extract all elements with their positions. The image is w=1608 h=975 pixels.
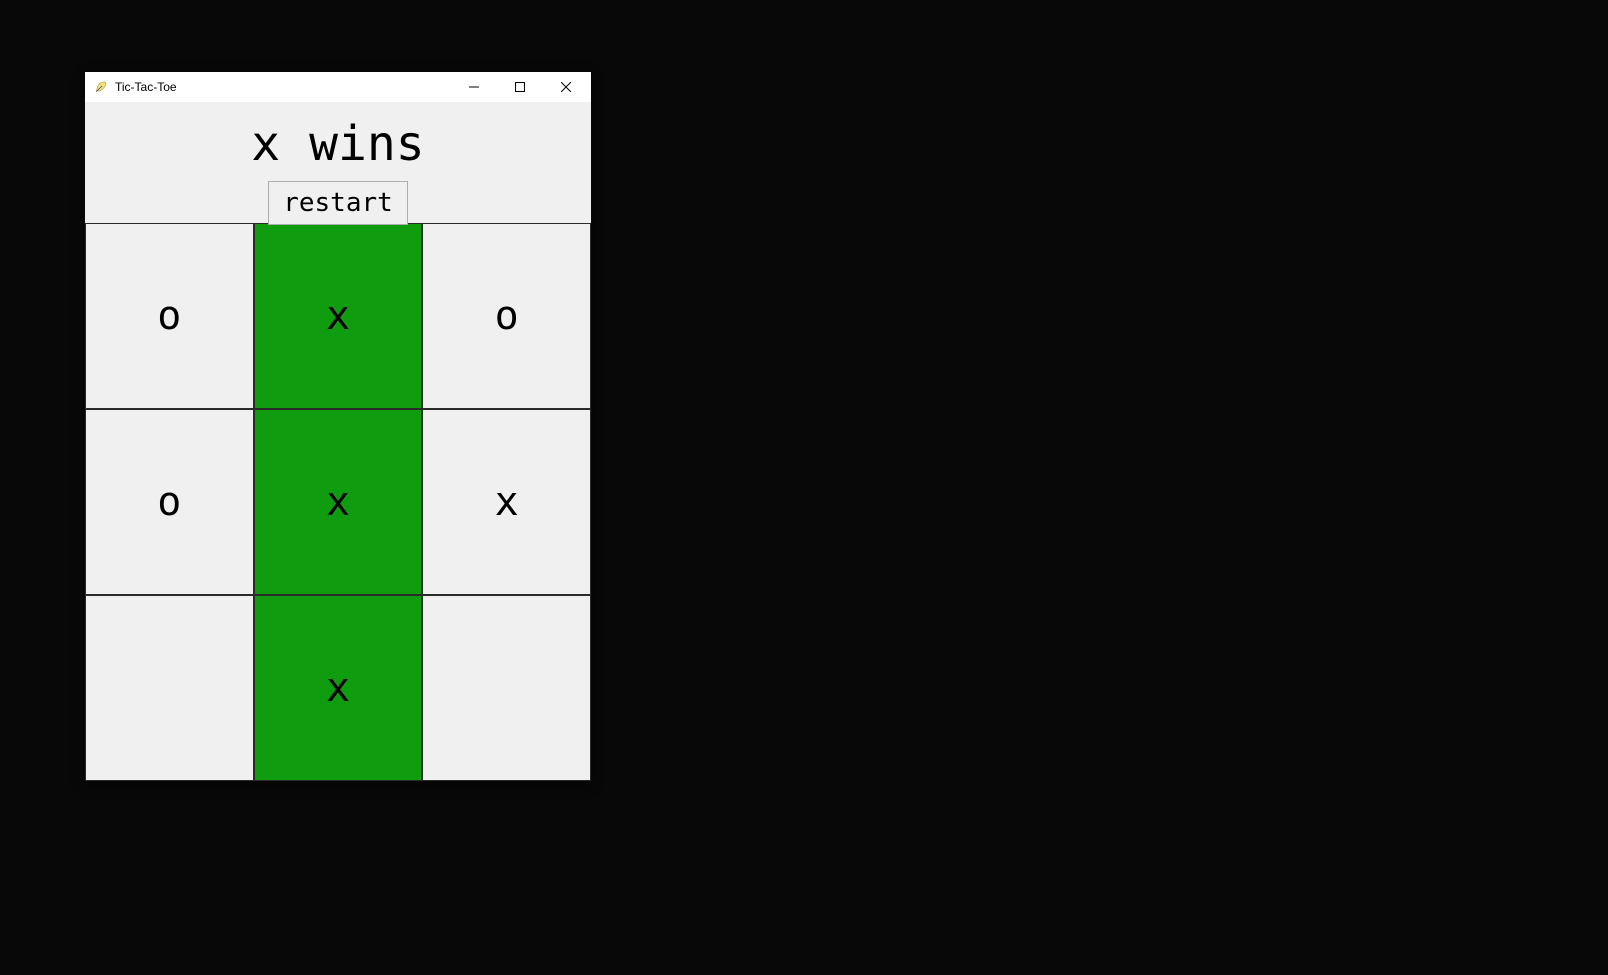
restart-button[interactable]: restart bbox=[268, 181, 408, 225]
app-feather-icon bbox=[93, 79, 109, 95]
board: o x o o x x x bbox=[85, 223, 591, 781]
cell-0-1[interactable]: x bbox=[254, 223, 423, 409]
minimize-button[interactable] bbox=[451, 72, 497, 102]
header-area: x wins restart bbox=[85, 102, 591, 225]
cell-0-0[interactable]: o bbox=[85, 223, 254, 409]
maximize-button[interactable] bbox=[497, 72, 543, 102]
cell-1-2[interactable]: x bbox=[422, 409, 591, 595]
app-window: Tic-Tac-Toe x wins restart o x o o x x x bbox=[85, 72, 591, 781]
cell-2-0[interactable] bbox=[85, 595, 254, 781]
cell-2-2[interactable] bbox=[422, 595, 591, 781]
status-label: x wins bbox=[85, 112, 591, 177]
titlebar[interactable]: Tic-Tac-Toe bbox=[85, 72, 591, 102]
cell-0-2[interactable]: o bbox=[422, 223, 591, 409]
cell-1-1[interactable]: x bbox=[254, 409, 423, 595]
cell-2-1[interactable]: x bbox=[254, 595, 423, 781]
cell-1-0[interactable]: o bbox=[85, 409, 254, 595]
window-title: Tic-Tac-Toe bbox=[115, 80, 177, 94]
close-button[interactable] bbox=[543, 72, 589, 102]
